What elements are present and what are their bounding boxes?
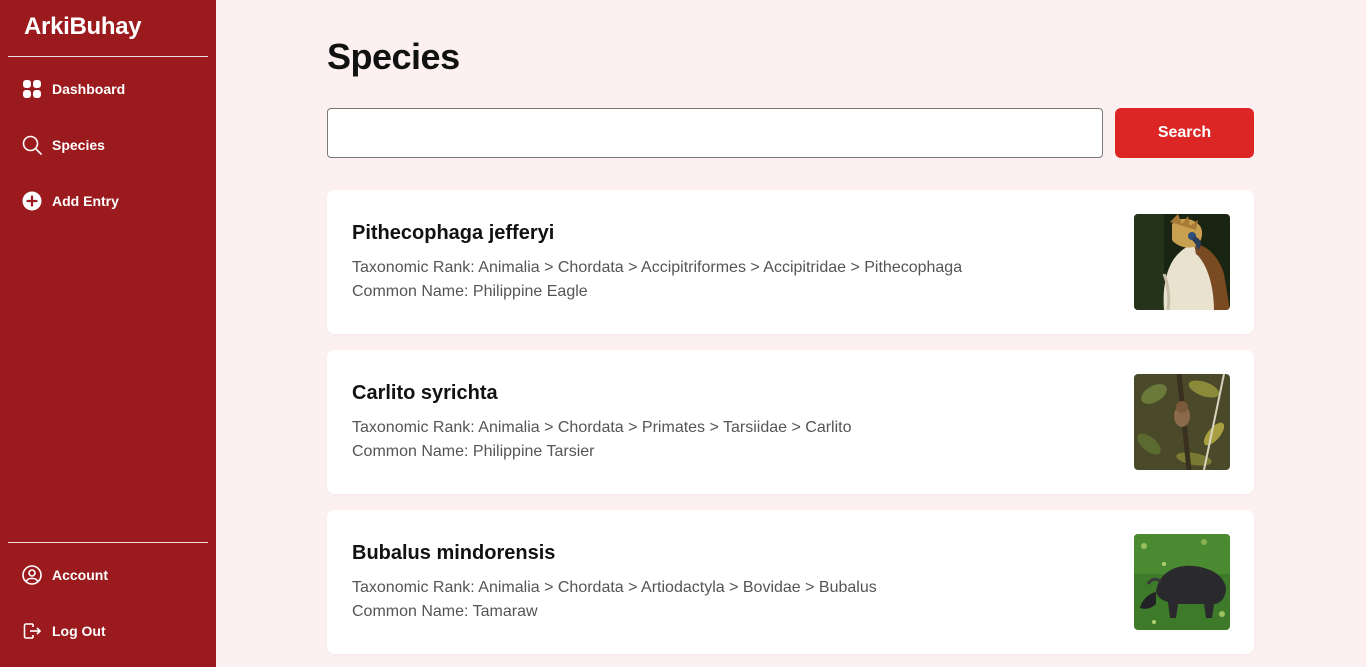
- search-button[interactable]: Search: [1115, 108, 1254, 158]
- tarsier-photo: [1134, 374, 1230, 470]
- sidebar-item-dashboard[interactable]: Dashboard: [0, 61, 216, 117]
- sidebar-item-label: Species: [52, 137, 105, 153]
- species-card[interactable]: Bubalus mindorensis Taxonomic Rank: Anim…: [327, 510, 1254, 654]
- logout-icon: [22, 621, 42, 641]
- plus-circle-icon: [22, 191, 42, 211]
- user-circle-icon: [22, 565, 42, 585]
- species-card[interactable]: Pithecophaga jefferyi Taxonomic Rank: An…: [327, 190, 1254, 334]
- species-taxonomy: Taxonomic Rank: Animalia > Chordata > Ac…: [352, 259, 963, 276]
- sidebar-bottom-nav: Account Log Out: [0, 543, 216, 667]
- sidebar-item-label: Dashboard: [52, 81, 126, 97]
- sidebar: ArkiBuhay Dashboard Species Add Entry Ac…: [0, 0, 216, 667]
- sidebar-item-label: Add Entry: [52, 193, 119, 209]
- species-common-name: Common Name: Philippine Tarsier: [352, 443, 595, 460]
- grid-icon: [22, 79, 42, 99]
- sidebar-item-add-entry[interactable]: Add Entry: [0, 173, 216, 229]
- sidebar-item-logout[interactable]: Log Out: [0, 603, 216, 659]
- sidebar-item-label: Log Out: [52, 623, 106, 639]
- species-scientific-name: Bubalus mindorensis: [352, 542, 556, 564]
- app-root: ArkiBuhay Dashboard Species Add Entry Ac…: [0, 0, 1366, 667]
- sidebar-item-account[interactable]: Account: [0, 547, 216, 603]
- sidebar-nav: Dashboard Species Add Entry: [0, 57, 216, 229]
- species-scientific-name: Carlito syrichta: [352, 382, 498, 404]
- brand-logo[interactable]: ArkiBuhay: [0, 0, 216, 56]
- species-common-name: Common Name: Philippine Eagle: [352, 283, 588, 300]
- sidebar-item-species[interactable]: Species: [0, 117, 216, 173]
- search-icon: [22, 135, 42, 155]
- species-scientific-name: Pithecophaga jefferyi: [352, 222, 555, 244]
- tamaraw-photo: [1134, 534, 1230, 630]
- search-input[interactable]: [327, 108, 1103, 158]
- species-card[interactable]: Carlito syrichta Taxonomic Rank: Animali…: [327, 350, 1254, 494]
- main-content: Species Search Pithecophaga jefferyi Tax…: [216, 0, 1366, 667]
- species-taxonomy: Taxonomic Rank: Animalia > Chordata > Pr…: [352, 419, 852, 436]
- species-common-name: Common Name: Tamaraw: [352, 603, 538, 620]
- eagle-photo: [1134, 214, 1230, 310]
- species-list: Pithecophaga jefferyi Taxonomic Rank: An…: [327, 190, 1254, 667]
- page-title: Species: [327, 36, 460, 77]
- species-taxonomy: Taxonomic Rank: Animalia > Chordata > Ar…: [352, 579, 877, 596]
- sidebar-item-label: Account: [52, 567, 108, 583]
